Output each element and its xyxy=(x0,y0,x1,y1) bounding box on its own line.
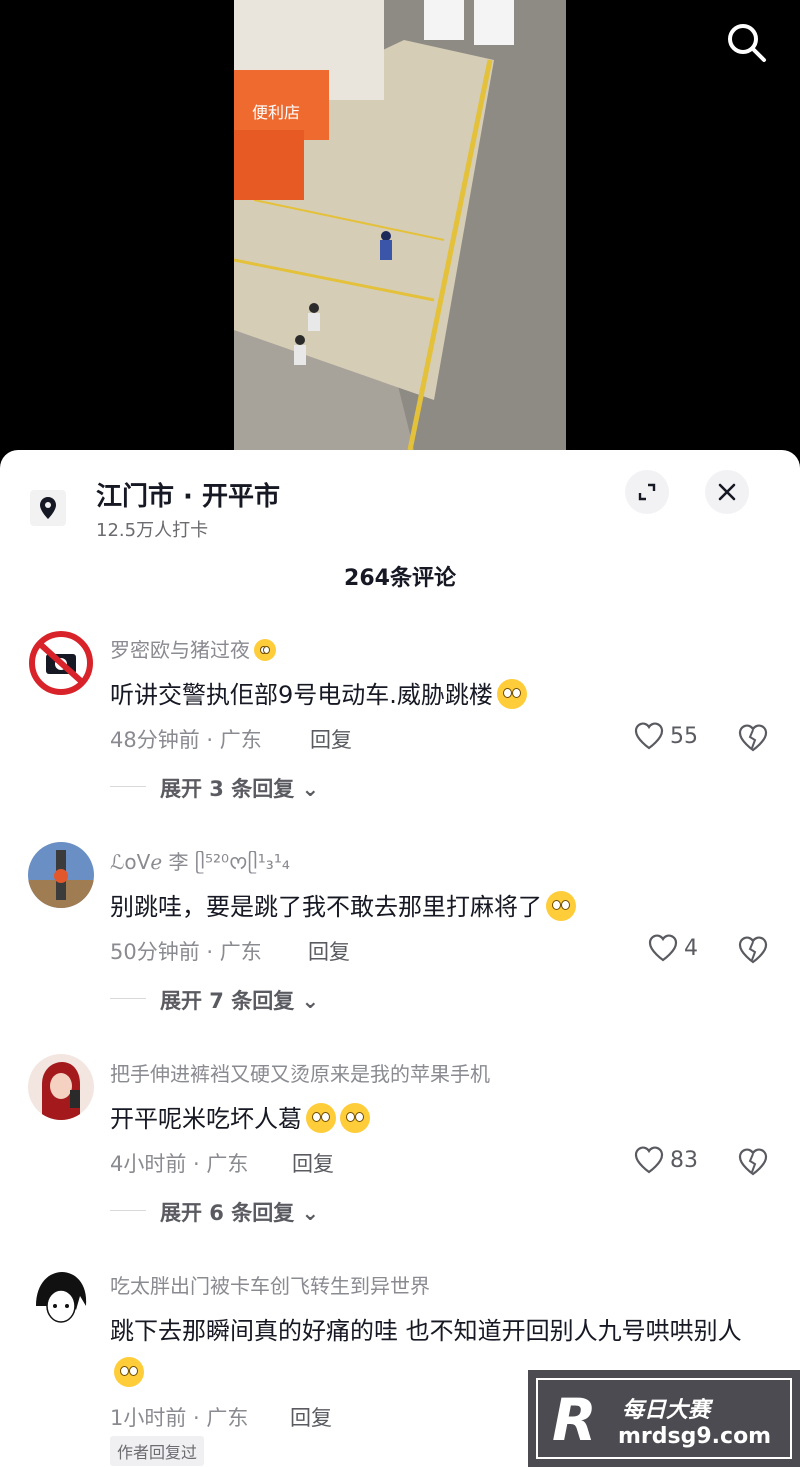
avatar[interactable] xyxy=(28,842,94,908)
avatar[interactable] xyxy=(28,630,94,696)
reply-button[interactable]: 回复 xyxy=(308,936,350,966)
location-title[interactable]: 江门市 · 开平市 xyxy=(96,476,280,513)
chevron-down-icon: ⌄ xyxy=(301,777,320,801)
expand-replies-button[interactable]: 展开 6 条回复 ⌄ xyxy=(160,1197,319,1227)
expand-replies-button[interactable]: 展开 3 条回复 ⌄ xyxy=(160,773,319,803)
divider xyxy=(110,998,146,999)
video-scene: 便利店 xyxy=(234,0,566,450)
heart-icon xyxy=(648,934,678,962)
broken-heart-icon xyxy=(738,1148,768,1176)
avatar[interactable] xyxy=(28,1054,94,1120)
watermark-brand: 每日大赛 xyxy=(622,1398,711,1423)
dislike-button[interactable] xyxy=(738,936,770,966)
watermark-logo: R xyxy=(552,1386,597,1454)
comment-text: 开平呢米吃坏人葛 xyxy=(110,1098,770,1140)
comment-count: 264条评论 xyxy=(344,566,456,591)
video-frame[interactable]: 便利店 xyxy=(234,0,566,450)
comment-item: 罗密欧与猪过夜 听讲交警执佢部9号电动车.威胁跳楼 48分钟前 · 广东 回复 … xyxy=(0,630,800,830)
comment-text: 听讲交警执佢部9号电动车.威胁跳楼 xyxy=(110,674,770,716)
comment-time-region: 50分钟前 · 广东 xyxy=(110,940,262,964)
divider xyxy=(110,786,146,787)
avatar[interactable] xyxy=(28,1266,94,1332)
like-button[interactable]: 55 xyxy=(634,722,698,750)
reply-button[interactable]: 回复 xyxy=(290,1402,332,1432)
search-button[interactable] xyxy=(722,18,770,66)
comment-username[interactable]: 把手伸进裤裆又硬又烫原来是我的苹果手机 xyxy=(110,1058,490,1087)
reply-button[interactable]: 回复 xyxy=(292,1148,334,1178)
like-count: 55 xyxy=(670,723,698,749)
comment-item: 把手伸进裤裆又硬又烫原来是我的苹果手机 开平呢米吃坏人葛 4小时前 · 广东 回… xyxy=(0,1054,800,1254)
emoji-icon xyxy=(496,679,527,709)
expand-button[interactable] xyxy=(625,470,669,514)
location-checkins: 12.5万人打卡 xyxy=(96,520,209,541)
close-button[interactable] xyxy=(705,470,749,514)
watermark: R 每日大赛 mrdsg9.com xyxy=(528,1370,800,1467)
comment-username[interactable]: 罗密欧与猪过夜 xyxy=(110,634,276,663)
emoji-icon xyxy=(340,1103,370,1133)
dislike-button[interactable] xyxy=(738,1148,770,1178)
like-button[interactable]: 4 xyxy=(648,934,698,962)
like-button[interactable]: 83 xyxy=(634,1146,698,1174)
watermark-url: mrdsg9.com xyxy=(618,1424,772,1449)
location-pin-icon xyxy=(30,490,66,526)
emoji-icon xyxy=(306,1103,336,1133)
like-count: 4 xyxy=(684,935,698,961)
reply-button[interactable]: 回复 xyxy=(310,724,352,754)
comment-sheet: 江门市 · 开平市 12.5万人打卡 264条评论 罗密欧与猪过夜 听讲交警执佢… xyxy=(0,450,800,1467)
comment-username[interactable]: ℒoVℯ 李 ᥫ⁵²⁰ᰔᥫ¹₃¹₄ xyxy=(110,846,290,878)
heart-icon xyxy=(634,1146,664,1174)
broken-heart-icon xyxy=(738,724,768,752)
search-icon xyxy=(728,24,766,62)
emoji-icon xyxy=(546,891,576,921)
heart-icon xyxy=(634,722,664,750)
chevron-down-icon: ⌄ xyxy=(301,1201,320,1225)
comment-username[interactable]: 吃太胖出门被卡车创飞转生到异世界 xyxy=(110,1270,430,1299)
comment-text: 别跳哇，要是跳了我不敢去那里打麻将了 xyxy=(110,886,770,928)
comment-item: ℒoVℯ 李 ᥫ⁵²⁰ᰔᥫ¹₃¹₄ 别跳哇，要是跳了我不敢去那里打麻将了 50分… xyxy=(0,842,800,1042)
emoji-icon xyxy=(114,1357,144,1387)
emoji-icon xyxy=(254,639,276,661)
watermark-frame: R 每日大赛 mrdsg9.com xyxy=(536,1378,792,1459)
like-count: 83 xyxy=(670,1147,698,1173)
expand-icon xyxy=(638,483,656,501)
video-player[interactable]: 便利店 xyxy=(0,0,800,460)
comment-time-region: 1小时前 · 广东 xyxy=(110,1406,249,1430)
author-replied-badge: 作者回复过 xyxy=(110,1436,205,1466)
store-sign: 便利店 xyxy=(252,103,300,122)
comment-time-region: 4小时前 · 广东 xyxy=(110,1152,249,1176)
expand-replies-button[interactable]: 展开 7 条回复 ⌄ xyxy=(160,985,319,1015)
close-icon xyxy=(718,483,736,501)
broken-heart-icon xyxy=(738,936,768,964)
dislike-button[interactable] xyxy=(738,724,770,754)
divider xyxy=(110,1210,146,1211)
chevron-down-icon: ⌄ xyxy=(301,989,320,1013)
comment-time-region: 48分钟前 · 广东 xyxy=(110,728,262,752)
